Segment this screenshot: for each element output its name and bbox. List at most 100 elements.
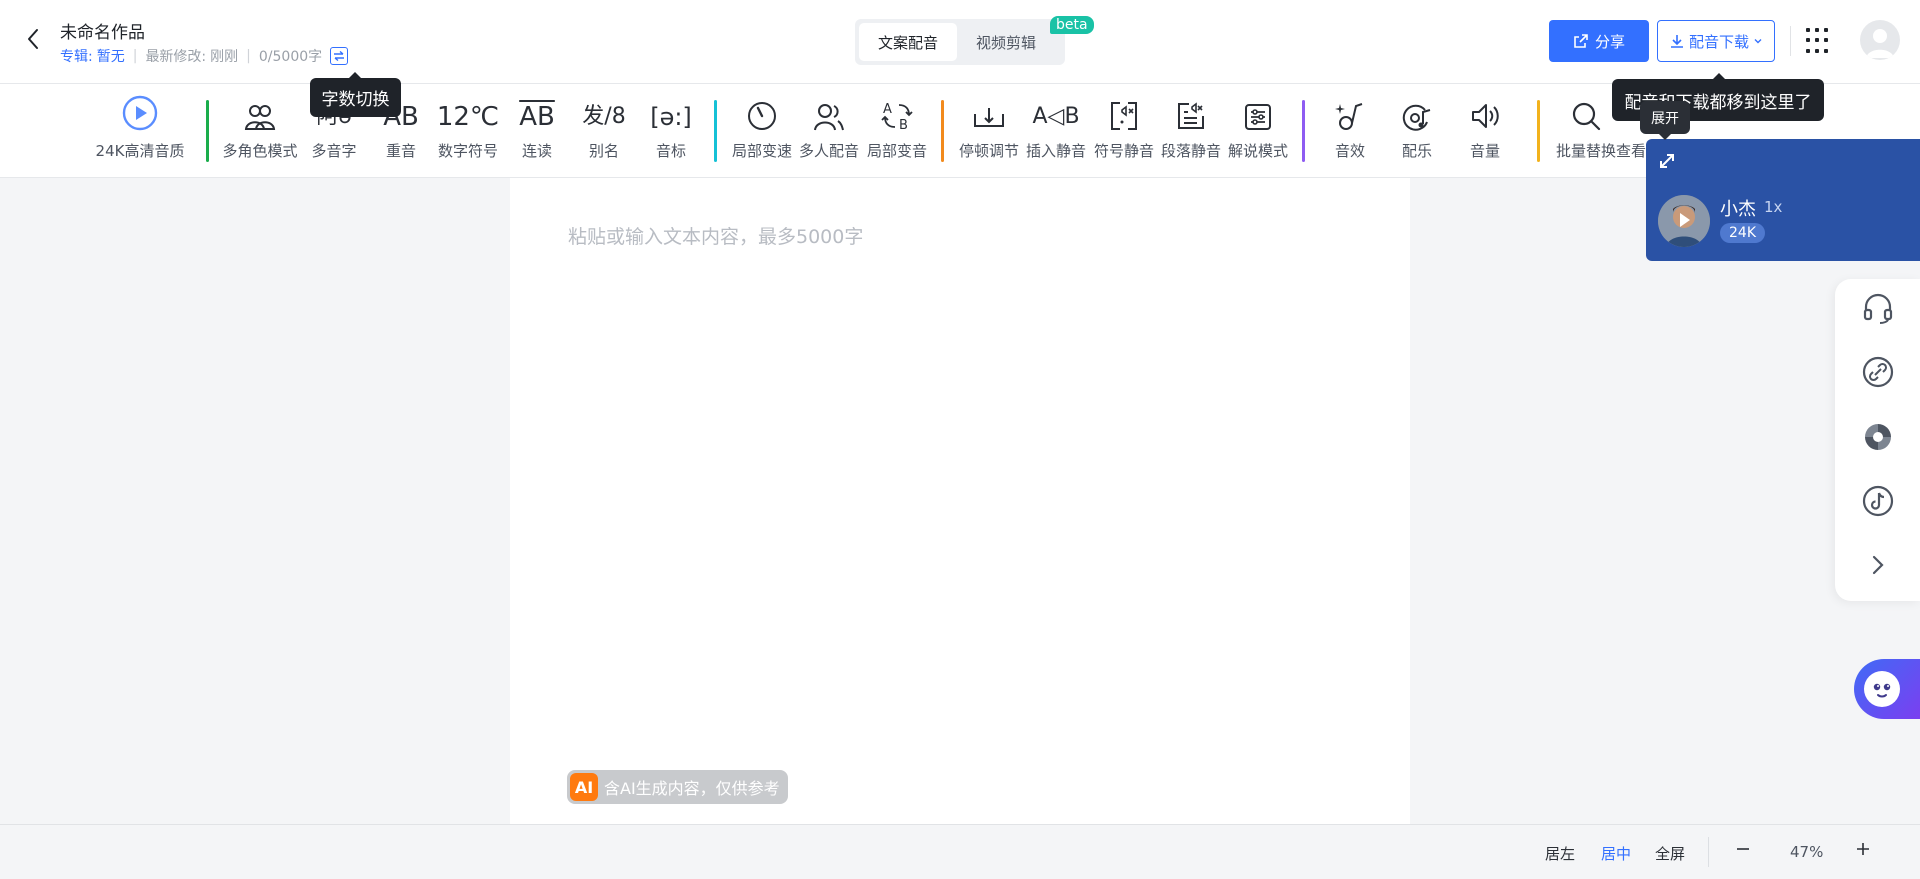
insert-silence-icon: A◁B	[1032, 104, 1080, 129]
toolbar-divider	[1302, 100, 1305, 162]
share-button[interactable]: 分享	[1549, 20, 1649, 62]
header-divider	[1790, 26, 1791, 56]
zoom-out-button[interactable]	[1735, 841, 1751, 861]
link-icon[interactable]	[1861, 355, 1895, 389]
tool-local-speed[interactable]: 局部变速	[727, 84, 797, 178]
tool-local-voice-change[interactable]: AB 局部变音	[862, 84, 932, 178]
tool-24k-quality[interactable]: 24K高清音质	[95, 84, 185, 178]
svg-text:B: B	[899, 118, 908, 132]
tab-copy-dubbing[interactable]: 文案配音	[859, 23, 958, 61]
tool-volume[interactable]: 音量	[1450, 84, 1520, 178]
tool-label: 查看	[1615, 142, 1646, 160]
align-left-button[interactable]: 居左	[1545, 843, 1575, 864]
tool-label: 段落静音	[1160, 142, 1221, 160]
text-editor[interactable]: 粘贴或输入文本内容，最多5000字	[510, 178, 1410, 824]
tool-number-symbol[interactable]: 12℃ 数字符号	[433, 84, 503, 178]
tool-sound-effect[interactable]: 音效	[1315, 84, 1385, 178]
voice-card[interactable]: 小杰 1x 24K	[1646, 139, 1920, 261]
ai-assistant-button[interactable]	[1854, 659, 1920, 719]
chevron-down-icon	[1754, 39, 1762, 44]
tool-phonetic[interactable]: [ə:] 音标	[636, 84, 706, 178]
editor-placeholder: 粘贴或输入文本内容，最多5000字	[568, 226, 864, 248]
tool-label: 配乐	[1401, 142, 1432, 160]
app-header: 未命名作品 专辑: 暂无 | 最新修改: 刚刚 | 0/5000字 文案配音 视…	[0, 0, 1920, 84]
tool-label: 重音	[385, 142, 416, 160]
tool-label: 局部变速	[731, 142, 792, 160]
download-icon	[1670, 35, 1683, 48]
tool-insert-silence[interactable]: A◁B 插入静音	[1021, 84, 1091, 178]
download-label: 配音下载	[1688, 32, 1749, 51]
speed-icon	[748, 102, 776, 130]
toolbar-divider	[206, 100, 209, 162]
sound-effect-icon	[1335, 103, 1363, 130]
tab-video-edit[interactable]: 视频剪辑	[957, 23, 1055, 61]
align-center-button[interactable]: 居中	[1601, 843, 1631, 864]
zoom-in-button[interactable]	[1855, 841, 1871, 861]
phonetic-icon: [ə:]	[650, 103, 692, 131]
search-icon	[1572, 102, 1601, 131]
bottom-divider	[1708, 837, 1709, 867]
modified-label: 最新修改:	[145, 49, 207, 65]
voice-avatar[interactable]	[1658, 195, 1710, 247]
download-button[interactable]: 配音下载	[1657, 20, 1775, 62]
swirl-icon[interactable]	[1861, 420, 1895, 454]
voice-name: 小杰	[1720, 199, 1756, 220]
chevron-right-icon[interactable]	[1861, 548, 1895, 582]
multi-role-icon	[244, 105, 276, 130]
album-value[interactable]: 暂无	[97, 46, 125, 66]
ai-notice: AI 含AI生成内容，仅供参考	[567, 770, 788, 804]
tool-label: 别名	[588, 142, 619, 160]
tool-alias[interactable]: 发/8 别名	[569, 84, 639, 178]
apps-grid-icon[interactable]	[1806, 28, 1832, 54]
work-title[interactable]: 未命名作品	[60, 18, 145, 43]
beta-badge: beta	[1050, 16, 1094, 34]
meta-divider: |	[132, 48, 138, 64]
svg-text:A: A	[883, 102, 892, 117]
tool-multi-person[interactable]: 多人配音	[794, 84, 864, 178]
tool-symbol-silence[interactable]: 符号静音	[1089, 84, 1159, 178]
tool-label: 批量替换	[1555, 142, 1616, 160]
share-label: 分享	[1594, 32, 1625, 51]
voice-speed: 1x	[1764, 198, 1783, 216]
multi-person-icon	[814, 104, 844, 131]
tool-label: 音标	[655, 142, 686, 160]
meta-divider: |	[246, 48, 251, 64]
tool-label: 解说模式	[1227, 142, 1288, 160]
tool-label: 多角色模式	[222, 142, 298, 160]
tool-narration-mode[interactable]: 解说模式	[1223, 84, 1293, 178]
back-icon[interactable]	[24, 26, 44, 52]
tool-label: 多人配音	[798, 142, 859, 160]
tool-music[interactable]: 配乐	[1382, 84, 1452, 178]
word-count-switch-tooltip: 字数切换	[310, 72, 401, 117]
share-icon	[1574, 34, 1588, 48]
word-count-switch-icon[interactable]	[330, 47, 349, 65]
tool-liaison[interactable]: AB 连读	[502, 84, 572, 178]
side-panel	[1835, 279, 1920, 601]
pause-adjust-icon	[974, 108, 1004, 127]
tool-batch-replace[interactable]: 批量替换	[1551, 84, 1621, 178]
tool-label: 插入静音	[1025, 142, 1086, 160]
assistant-face-icon	[1864, 671, 1900, 707]
tool-label: 连读	[521, 142, 552, 160]
fullscreen-button[interactable]: 全屏	[1655, 843, 1685, 864]
ai-badge: AI	[570, 773, 598, 801]
symbol-silence-icon	[1111, 102, 1137, 130]
tool-pause-adjust[interactable]: 停顿调节	[954, 84, 1024, 178]
volume-icon	[1472, 104, 1499, 128]
liaison-icon: AB	[519, 102, 555, 132]
user-avatar[interactable]	[1860, 20, 1900, 60]
tool-label: 多音字	[311, 142, 357, 160]
work-meta: 专辑: 暂无 | 最新修改: 刚刚 | 0/5000字	[60, 46, 349, 66]
tool-paragraph-silence[interactable]: 段落静音	[1156, 84, 1226, 178]
minus-icon	[1737, 848, 1749, 850]
number-symbol-icon: 12℃	[436, 102, 500, 132]
tool-label: 数字符号	[437, 142, 498, 160]
headset-icon[interactable]	[1861, 291, 1895, 325]
expand-icon[interactable]	[1658, 152, 1676, 170]
word-count: 0/5000字	[258, 49, 323, 65]
narration-icon	[1245, 104, 1271, 130]
zoom-level: 47%	[1790, 843, 1824, 861]
tiktok-icon[interactable]	[1861, 484, 1895, 518]
music-icon	[1402, 104, 1431, 131]
tool-multi-role[interactable]: 多角色模式	[222, 84, 298, 178]
